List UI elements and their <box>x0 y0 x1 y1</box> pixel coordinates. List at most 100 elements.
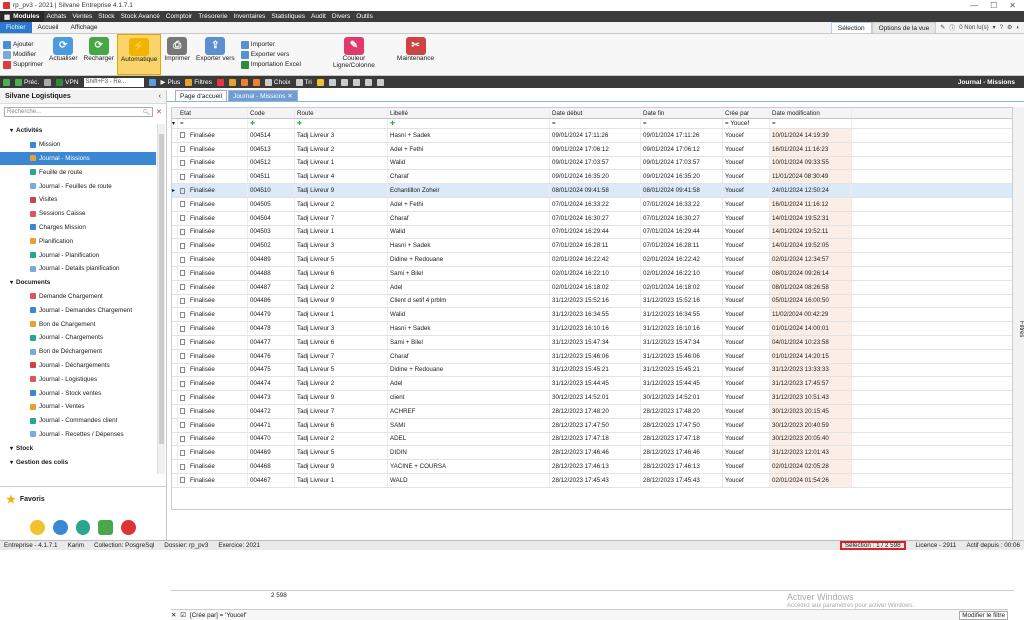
ajouter-button[interactable]: Ajouter <box>3 40 43 49</box>
filter-cell[interactable]: = <box>550 119 641 128</box>
close-icon[interactable]: ✕ <box>1009 1 1016 10</box>
collapse-sidebar-icon[interactable]: ‹ <box>159 93 161 100</box>
settings-icon[interactable]: ⚙ <box>1007 24 1012 31</box>
filter-clear-icon[interactable] <box>216 78 224 86</box>
column-header[interactable]: Libellé <box>388 108 550 118</box>
recharger-button[interactable]: ⟳ Recharger <box>81 34 117 75</box>
sidebar-item[interactable]: Journal - Planification <box>0 248 156 262</box>
filtres-button[interactable]: Filtres <box>185 78 212 86</box>
column-header[interactable]: Route <box>295 108 388 118</box>
table-row[interactable]: Finalisée 004512 Tadj Livreur 1 Walid 09/01/… <box>172 156 1013 171</box>
tab-selection[interactable]: Sélection <box>830 22 872 33</box>
sidebar-item[interactable]: Journal - Stock ventes <box>0 386 156 400</box>
group-icon[interactable] <box>328 78 336 86</box>
table-row[interactable]: Finalisée 004504 Tadj Livreur 7 Charaf 07/01… <box>172 211 1013 226</box>
edit-icon[interactable]: ✎ <box>940 24 945 31</box>
table-row[interactable]: Finalisée 004488 Tadj Livreur 6 Sami + Bile… <box>172 266 1013 281</box>
modifier-button[interactable]: Modifier <box>3 50 43 59</box>
menu-ventes[interactable]: Ventes <box>69 13 95 20</box>
menu-inventaires[interactable]: Inventaires <box>231 13 269 20</box>
menu-stock-avance[interactable]: Stock Avancé <box>118 13 163 20</box>
sidebar-item[interactable]: Charges Mission <box>0 221 156 235</box>
filter-cell[interactable]: ✚ <box>248 119 295 128</box>
table-row[interactable]: Finalisée 004513 Tadj Livreur 2 Adel + Feth… <box>172 142 1013 157</box>
sidebar-item[interactable]: Bon de Déchargement <box>0 345 156 359</box>
exporter-vers-button[interactable]: Exporter vers <box>240 50 301 59</box>
table-row[interactable]: Finalisée 004487 Tadj Livreur 2 Adel 02/01/2… <box>172 280 1013 295</box>
table-row[interactable]: Finalisée 004514 Tadj Livreur 3 Hasni + Sad… <box>172 129 1013 143</box>
column-header[interactable]: Code <box>248 108 295 118</box>
menu-statistiques[interactable]: Statistiques <box>268 13 308 20</box>
sidebar-category[interactable]: ▾ Activités <box>0 124 156 138</box>
sidebar-item[interactable]: Journal - Missions <box>0 151 156 166</box>
modules-menu[interactable]: ▦ Modules <box>0 11 44 22</box>
supprimer-button[interactable]: Supprimer <box>3 60 43 69</box>
table-row[interactable]: Finalisée 004502 Tadj Livreur 3 Hasni + Sad… <box>172 239 1013 254</box>
sidebar-item[interactable]: Bon de Chargement <box>0 317 156 331</box>
prec-button[interactable]: Préc. <box>15 78 39 86</box>
remove-filter-icon[interactable]: ✕ <box>171 612 176 619</box>
table-row[interactable]: Finalisée 004479 Tadj Livreur 1 Walid 31/12/… <box>172 308 1013 323</box>
maintenance-button[interactable]: ✂ Maintenance <box>394 34 437 75</box>
actualiser-button[interactable]: ⟳ Actualiser <box>46 34 81 75</box>
sidebar-scrollbar[interactable] <box>157 124 165 474</box>
close-icon[interactable] <box>121 520 136 535</box>
table-row[interactable]: Finalisée 004511 Tadj Livreur 4 Charaf 09/01… <box>172 170 1013 185</box>
expand-icon[interactable] <box>340 78 348 86</box>
table-row[interactable]: Finalisée 004474 Tadj Livreur 2 Adel 31/12/2… <box>172 377 1013 392</box>
table-row[interactable]: Finalisée 004467 Tadj Livreur 1 WALD 28/12/2… <box>172 473 1013 488</box>
filter-cell[interactable]: = <box>770 119 852 128</box>
couleur-button[interactable]: ✎ Couleur Ligne/Colonne <box>324 34 384 75</box>
monitor-icon[interactable] <box>44 78 52 86</box>
exporter-button[interactable]: ⇪ Exporter vers <box>193 34 238 75</box>
shortcut-field[interactable]: Shift+F3 - Re... <box>83 77 144 87</box>
unread-count[interactable]: 0 Non lu(s) <box>959 25 988 31</box>
table-row[interactable]: Finalisée 004486 Tadj Livreur 9 Client d se… <box>172 294 1013 309</box>
menu-achats[interactable]: Achats <box>44 13 70 20</box>
sidebar-item[interactable]: Mission <box>0 138 156 152</box>
modify-filter-button[interactable]: Modifier le filtre <box>959 610 1008 620</box>
table-row[interactable]: Finalisée 004503 Tadj Livreur 1 Walid 07/01/… <box>172 225 1013 240</box>
column-header[interactable]: Date début <box>550 108 641 118</box>
tab-fichier[interactable]: Fichier <box>0 22 32 33</box>
filter-save-icon[interactable] <box>252 78 260 86</box>
table-row[interactable]: Finalisée 004505 Tadj Livreur 2 Adel + Feth… <box>172 197 1013 212</box>
filter-toggle-checkbox[interactable]: ☑ <box>180 612 186 619</box>
table-row[interactable]: Finalisée 004472 Tadj Livreur 7 ACHREF 28/12… <box>172 404 1013 419</box>
sidebar-search-input[interactable]: Recherche... 🔍︎ <box>4 107 154 117</box>
tab-options-vue[interactable]: Options de la vue <box>871 22 937 33</box>
close-tab-icon[interactable]: ✕ <box>287 92 292 100</box>
sidebar-item[interactable]: Journal - Déchargements <box>0 359 156 373</box>
menu-outils[interactable]: Outils <box>353 13 376 20</box>
sidebar-item[interactable]: Journal - Feuilles de route <box>0 179 156 193</box>
sidebar-item[interactable]: Journal - Commandes client <box>0 414 156 428</box>
info-icon[interactable]: ⓘ <box>949 23 955 32</box>
tri-button[interactable]: Tri <box>295 78 312 86</box>
sidebar-item[interactable]: Journal - Ventes <box>0 400 156 414</box>
automatique-button[interactable]: ⚡ Automatique <box>116 34 162 75</box>
table-row[interactable]: Finalisée 004471 Tadj Livreur 6 SAMI 28/12/2… <box>172 418 1013 433</box>
menu-stock[interactable]: Stock <box>95 13 117 20</box>
sidebar-item[interactable]: Visites <box>0 193 156 207</box>
imprimer-button[interactable]: ⎙ Imprimer <box>161 34 193 75</box>
menu-comptoir[interactable]: Comptoir <box>163 13 195 20</box>
sidebar-category[interactable]: ▾ Stock <box>0 441 156 455</box>
settings-icon[interactable] <box>148 78 156 86</box>
table-row[interactable]: Finalisée 004477 Tadj Livreur 6 Sami + Bile… <box>172 335 1013 350</box>
more-icon[interactable] <box>376 78 384 86</box>
table-row[interactable]: Finalisée 004469 Tadj Livreur 5 DIDIN 28/12/… <box>172 446 1013 461</box>
table-row[interactable]: Finalisée 004468 Tadj Livreur 9 YACINE + CO… <box>172 460 1013 474</box>
minimize-icon[interactable]: — <box>970 1 978 10</box>
collapse-icon[interactable] <box>352 78 360 86</box>
filtres-side-panel[interactable]: Filtres <box>1012 107 1024 540</box>
sidebar-item[interactable]: Journal - Recettes / Dépenses <box>0 428 156 442</box>
gear-icon[interactable] <box>364 78 372 86</box>
filter-edit-icon[interactable] <box>240 78 248 86</box>
table-row[interactable]: Finalisée 004489 Tadj Livreur 5 Didine + Re… <box>172 253 1013 267</box>
column-header[interactable]: Date fin <box>641 108 723 118</box>
column-header[interactable]: Etat <box>178 108 248 118</box>
skin-icon[interactable]: ◐ <box>1016 25 1020 31</box>
filter-cell[interactable]: ✚ <box>295 119 388 128</box>
maximize-icon[interactable]: ☐ <box>990 1 997 10</box>
sidebar-category[interactable]: ▾ Gestion des colis <box>0 455 156 469</box>
